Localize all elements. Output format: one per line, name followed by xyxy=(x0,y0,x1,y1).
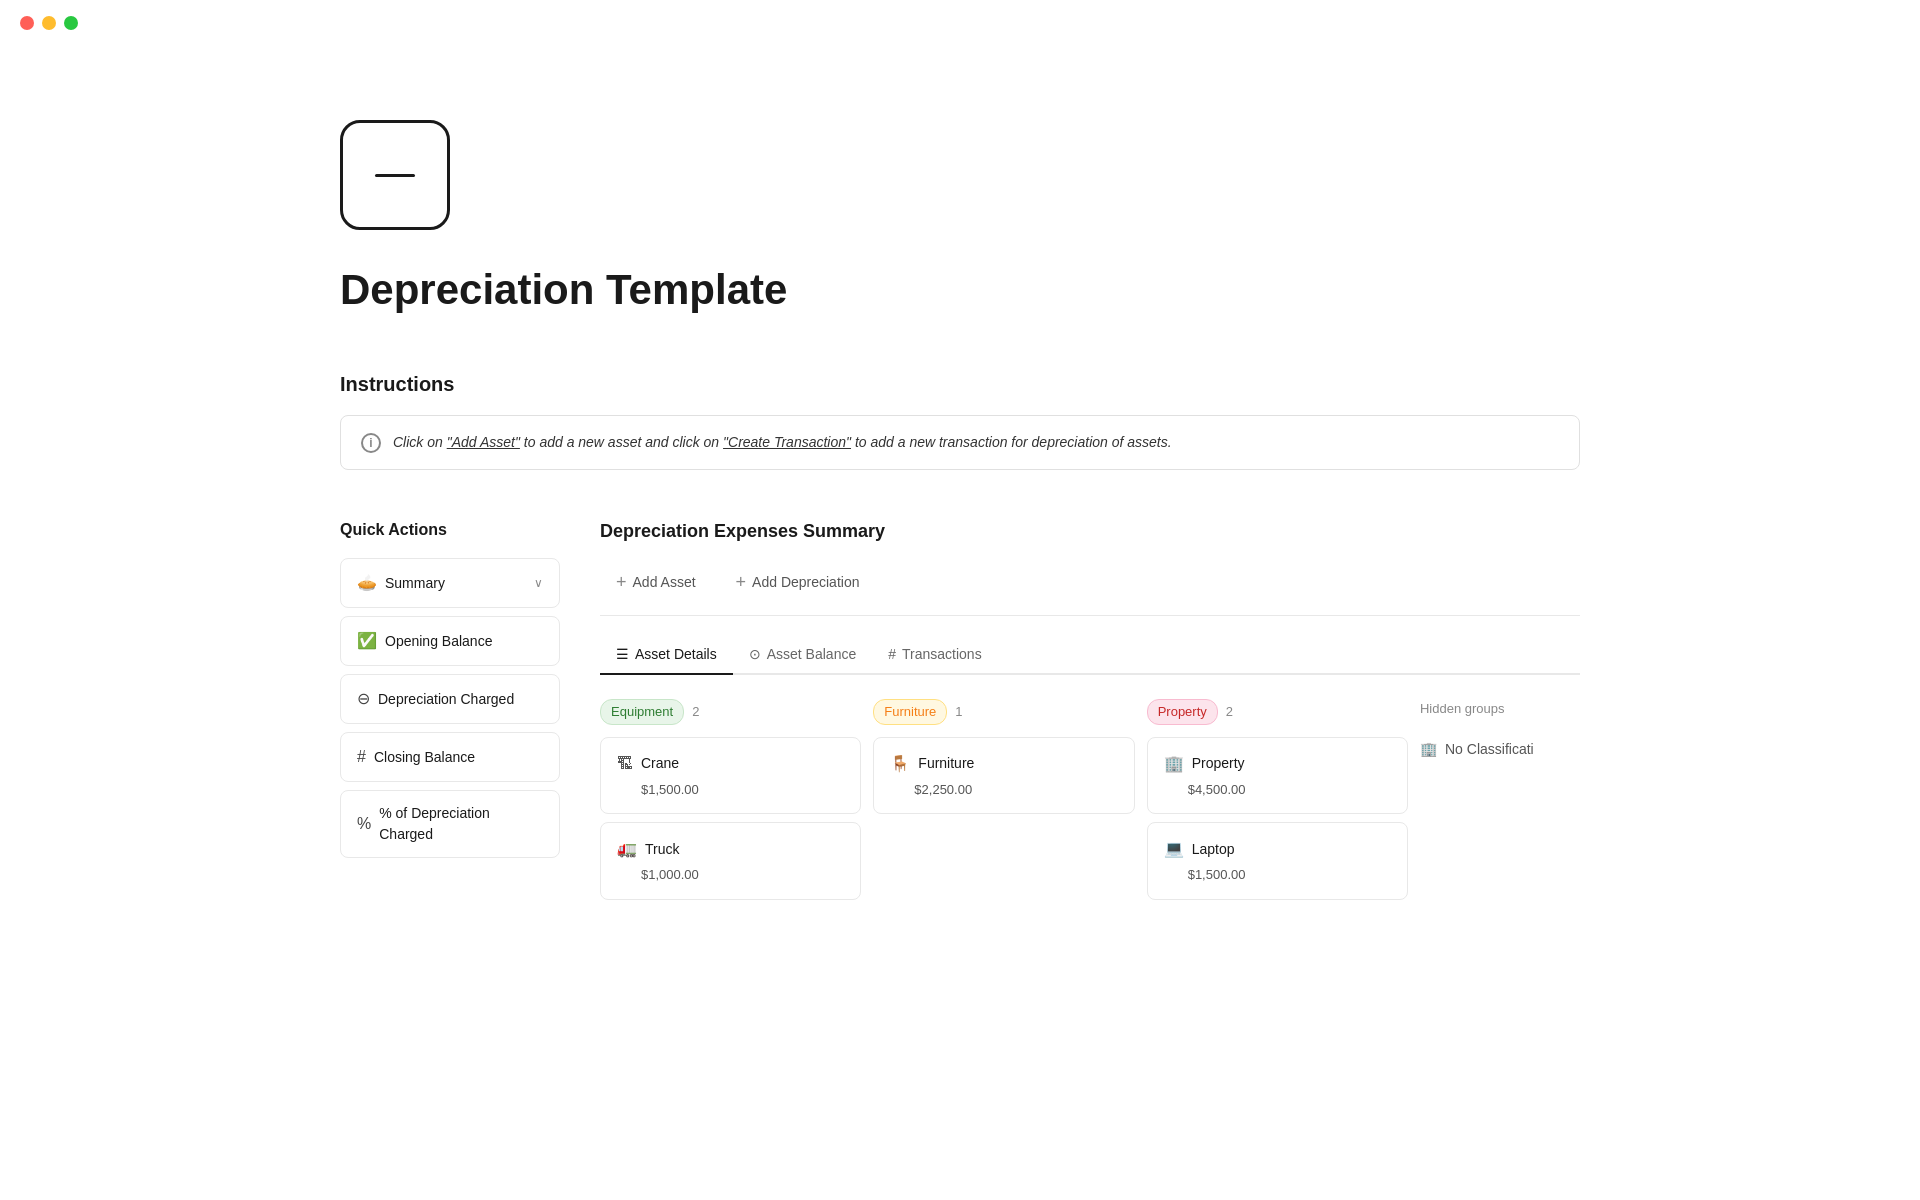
asset-card-property[interactable]: 🏢 Property $4,500.00 xyxy=(1147,737,1408,815)
asset-details-icon: ☰ xyxy=(616,644,629,665)
sidebar-item-opening-balance[interactable]: ✅ Opening Balance xyxy=(340,616,560,666)
tab-transactions[interactable]: # Transactions xyxy=(872,636,997,675)
plus-icon: + xyxy=(616,573,627,591)
truck-value: $1,000.00 xyxy=(617,865,844,885)
property-icon: 🏢 xyxy=(1164,752,1184,776)
plus-icon-2: + xyxy=(736,573,747,591)
furniture-group-header: Furniture 1 xyxy=(873,699,1134,725)
furniture-badge: Furniture xyxy=(873,699,947,725)
sidebar-item-pct-depreciation-label: % of Depreciation Charged xyxy=(379,803,543,845)
tab-asset-details-label: Asset Details xyxy=(635,644,717,665)
opening-balance-icon: ✅ xyxy=(357,629,377,653)
right-panel: Depreciation Expenses Summary + Add Asse… xyxy=(600,518,1580,908)
property-badge: Property xyxy=(1147,699,1218,725)
asset-card-furniture[interactable]: 🪑 Furniture $2,250.00 xyxy=(873,737,1134,815)
no-classification-label: No Classificati xyxy=(1445,739,1534,760)
laptop-value: $1,500.00 xyxy=(1164,865,1391,885)
close-button[interactable] xyxy=(20,16,34,30)
group-furniture: Furniture 1 🪑 Furniture $2,250.00 xyxy=(873,699,1134,822)
tab-asset-details[interactable]: ☰ Asset Details xyxy=(600,636,733,675)
info-icon: i xyxy=(361,433,381,453)
summary-icon: 🥧 xyxy=(357,571,377,595)
add-depreciation-button[interactable]: + Add Depreciation xyxy=(720,565,876,599)
sidebar-item-depreciation-charged[interactable]: ⊖ Depreciation Charged xyxy=(340,674,560,724)
transactions-icon: # xyxy=(888,644,896,665)
groups-row: Equipment 2 🏗 Crane $1,500.00 🚛 Tru xyxy=(600,699,1580,908)
depreciation-charged-icon: ⊖ xyxy=(357,687,370,711)
crane-name: Crane xyxy=(641,753,679,774)
chevron-down-icon: ∨ xyxy=(534,574,543,592)
action-buttons-row: + Add Asset + Add Depreciation xyxy=(600,565,1580,616)
asset-card-truck[interactable]: 🚛 Truck $1,000.00 xyxy=(600,822,861,900)
instructions-label: Instructions xyxy=(340,369,1580,399)
asset-card-laptop[interactable]: 💻 Laptop $1,500.00 xyxy=(1147,822,1408,900)
create-transaction-ref: "Create Transaction" xyxy=(723,434,851,450)
main-content: Depreciation Template Instructions i Cli… xyxy=(260,0,1660,908)
tabs-row: ☰ Asset Details ⊙ Asset Balance # Transa… xyxy=(600,636,1580,675)
section-title: Depreciation Expenses Summary xyxy=(600,518,1580,545)
equipment-badge: Equipment xyxy=(600,699,684,725)
equipment-group-header: Equipment 2 xyxy=(600,699,861,725)
instructions-box: i Click on "Add Asset" to add a new asse… xyxy=(340,415,1580,470)
quick-actions-title: Quick Actions xyxy=(340,518,560,542)
no-classification-icon: 🏢 xyxy=(1420,739,1437,760)
property-value: $4,500.00 xyxy=(1164,780,1391,800)
app-icon xyxy=(340,120,450,230)
sidebar-item-opening-balance-label: Opening Balance xyxy=(385,631,492,652)
tab-transactions-label: Transactions xyxy=(902,644,982,665)
window-controls xyxy=(0,0,1920,46)
property-count: 2 xyxy=(1226,702,1233,722)
add-asset-ref: "Add Asset" xyxy=(447,434,520,450)
equipment-count: 2 xyxy=(692,702,699,722)
tab-asset-balance[interactable]: ⊙ Asset Balance xyxy=(733,636,873,675)
laptop-name: Laptop xyxy=(1192,839,1235,860)
minimize-button[interactable] xyxy=(42,16,56,30)
closing-balance-icon: # xyxy=(357,745,366,769)
furniture-count: 1 xyxy=(955,702,962,722)
left-sidebar: Quick Actions 🥧 Summary ∨ ✅ Opening Bala… xyxy=(340,518,560,866)
truck-icon: 🚛 xyxy=(617,837,637,861)
crane-value: $1,500.00 xyxy=(617,780,844,800)
laptop-icon: 💻 xyxy=(1164,837,1184,861)
sidebar-item-summary-label: Summary xyxy=(385,573,445,594)
furniture-value: $2,250.00 xyxy=(890,780,1117,800)
pct-depreciation-icon: % xyxy=(357,812,371,836)
minus-icon xyxy=(375,174,415,177)
sidebar-item-pct-depreciation[interactable]: % % of Depreciation Charged xyxy=(340,790,560,858)
asset-balance-icon: ⊙ xyxy=(749,644,761,665)
two-col-layout: Quick Actions 🥧 Summary ∨ ✅ Opening Bala… xyxy=(340,518,1580,908)
no-classification-item[interactable]: 🏢 No Classificati xyxy=(1420,731,1580,768)
add-depreciation-label: Add Depreciation xyxy=(752,574,859,590)
page-title: Depreciation Template xyxy=(340,258,1580,321)
sidebar-item-depreciation-charged-label: Depreciation Charged xyxy=(378,689,514,710)
sidebar-item-summary[interactable]: 🥧 Summary ∨ xyxy=(340,558,560,608)
crane-icon: 🏗 xyxy=(617,752,633,776)
sidebar-item-closing-balance-label: Closing Balance xyxy=(374,747,475,768)
asset-card-crane[interactable]: 🏗 Crane $1,500.00 xyxy=(600,737,861,815)
sidebar-item-closing-balance[interactable]: # Closing Balance xyxy=(340,732,560,782)
property-group-header: Property 2 xyxy=(1147,699,1408,725)
add-asset-label: Add Asset xyxy=(633,574,696,590)
add-asset-button[interactable]: + Add Asset xyxy=(600,565,712,599)
furniture-icon: 🪑 xyxy=(890,752,910,776)
furniture-name: Furniture xyxy=(918,753,974,774)
group-property: Property 2 🏢 Property $4,500.00 💻 L xyxy=(1147,699,1408,908)
property-name: Property xyxy=(1192,753,1245,774)
tab-asset-balance-label: Asset Balance xyxy=(767,644,857,665)
truck-name: Truck xyxy=(645,839,679,860)
group-equipment: Equipment 2 🏗 Crane $1,500.00 🚛 Tru xyxy=(600,699,861,908)
maximize-button[interactable] xyxy=(64,16,78,30)
hidden-groups-col: Hidden groups 🏢 No Classificati xyxy=(1420,699,1580,768)
instructions-text: Click on "Add Asset" to add a new asset … xyxy=(393,432,1172,453)
hidden-groups-label: Hidden groups xyxy=(1420,699,1580,719)
